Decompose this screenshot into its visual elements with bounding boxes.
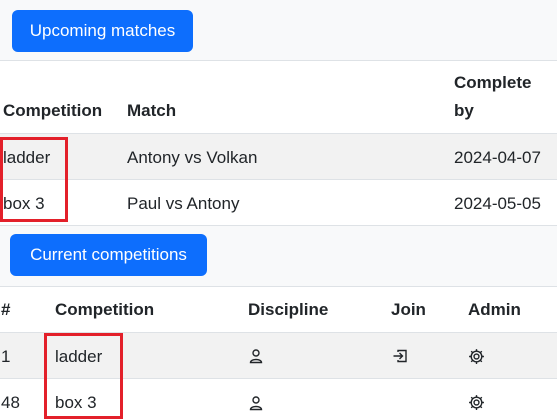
row-divider	[0, 225, 557, 226]
header-join: Join	[391, 300, 426, 319]
row-match: Antony vs Volkan	[127, 148, 258, 167]
header-complete-by-line2: by	[454, 101, 474, 120]
table-top-border	[0, 286, 557, 287]
table-top-border	[0, 60, 557, 61]
person-icon	[249, 396, 263, 411]
header-complete-by-line1: Complete	[454, 73, 532, 92]
highlight-box	[44, 333, 123, 419]
gear-icon[interactable]	[468, 348, 485, 365]
upcoming-matches-table: Competition Match Complete by ladder Ant…	[0, 60, 557, 226]
header-competition: Competition	[55, 300, 155, 319]
header-discipline: Discipline	[248, 300, 329, 319]
row-divider	[0, 179, 557, 180]
current-competitions-button[interactable]: Current competitions	[10, 234, 207, 276]
header-match: Match	[127, 101, 177, 120]
box-arrow-in-icon[interactable]	[392, 348, 408, 364]
row-complete-by: 2024-04-07	[454, 148, 541, 167]
person-icon	[249, 349, 263, 364]
highlight-box	[0, 137, 68, 222]
gear-icon[interactable]	[468, 394, 485, 411]
header-competition: Competition	[3, 101, 103, 120]
row-number: 48	[1, 393, 20, 412]
header-number: #	[1, 300, 11, 319]
row-number: 1	[1, 347, 11, 366]
upcoming-matches-button[interactable]: Upcoming matches	[12, 10, 193, 52]
row-match: Paul vs Antony	[127, 194, 240, 213]
header-admin: Admin	[468, 300, 521, 319]
row-complete-by: 2024-05-05	[454, 194, 541, 213]
